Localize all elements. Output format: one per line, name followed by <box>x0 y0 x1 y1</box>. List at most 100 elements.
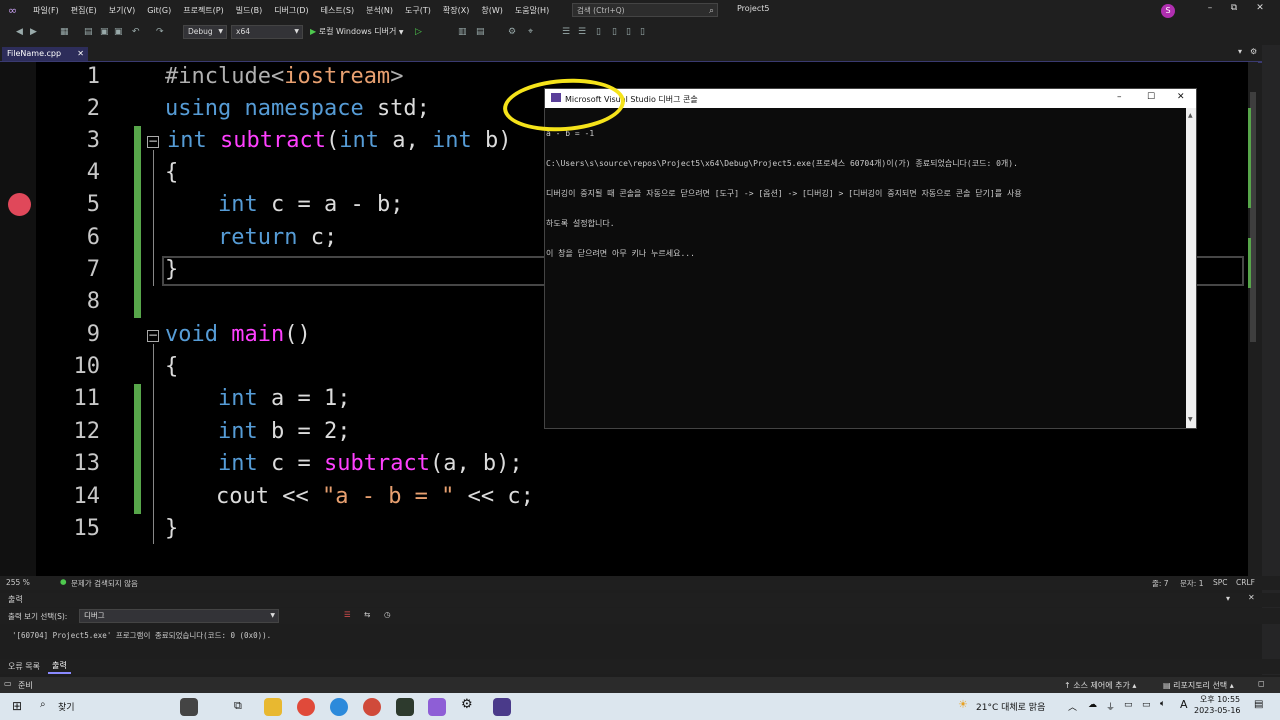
menu-analyze[interactable]: 분석(N) <box>360 5 399 16</box>
chrome-icon[interactable] <box>363 698 381 716</box>
word-wrap-icon[interactable]: ⇆ <box>364 610 370 619</box>
config-select[interactable]: Debug ▼ <box>183 25 227 39</box>
save-all-icon[interactable]: ▣ <box>114 27 123 37</box>
save-icon[interactable]: ▣ <box>100 27 109 37</box>
window-icon[interactable]: ▥ <box>458 27 467 37</box>
output-source-select[interactable]: 디버그 ▼ <box>79 609 279 623</box>
format-icon[interactable]: ⚙ <box>508 27 516 37</box>
menu-help[interactable]: 도움말(H) <box>509 5 555 16</box>
avatar[interactable]: S <box>1161 4 1175 18</box>
vs-logo-icon[interactable]: ∞ <box>8 4 17 17</box>
new-project-icon[interactable]: ▦ <box>60 27 69 37</box>
maximize-icon[interactable]: ☐ <box>1147 92 1155 102</box>
minimize-icon[interactable]: – <box>1117 92 1122 102</box>
bookmark-prev-icon[interactable]: ▯ <box>612 27 617 37</box>
search-input[interactable]: 검색 (Ctrl+Q) ⌕ <box>572 3 718 17</box>
taskbar-search-label[interactable]: 찾기 <box>58 700 75 713</box>
pin-icon[interactable]: ▾ <box>1226 594 1230 603</box>
close-icon[interactable]: ✕ <box>1250 3 1270 13</box>
code-token: ( <box>325 128 340 153</box>
console-output[interactable]: a - b = -1 C:\Users\s\source\repos\Proje… <box>546 109 1186 279</box>
clock-time[interactable]: 오후 10:55 <box>1198 694 1242 705</box>
menu-git[interactable]: Git(G) <box>141 6 177 15</box>
file-explorer-icon[interactable] <box>264 698 282 716</box>
menu-debug[interactable]: 디버그(D) <box>268 5 314 16</box>
indent-icon[interactable]: ☰ <box>562 27 570 37</box>
usb-icon[interactable]: ⏚ <box>1106 700 1115 713</box>
back-icon[interactable]: ◀ <box>16 27 23 37</box>
notification-icon[interactable]: ▤ <box>1254 699 1263 710</box>
tray-expand-icon[interactable]: ︿ <box>1068 700 1077 713</box>
settings-icon[interactable]: ⚙ <box>461 697 473 712</box>
app-icon[interactable] <box>396 698 414 716</box>
zoom-level[interactable]: 255 % <box>6 578 30 587</box>
bookmark-next-icon[interactable]: ▯ <box>626 27 631 37</box>
tab-error-list[interactable]: 오류 목록 <box>8 661 40 672</box>
console-title-bar[interactable]: Microsoft Visual Studio 디버그 콘솔 – ☐ ✕ <box>545 89 1196 108</box>
output-text[interactable]: '[60704] Project5.exe' 프로그램이 종료되었습니다(코드:… <box>0 624 1260 660</box>
tab-overflow-icon[interactable]: ▾ <box>1238 47 1242 56</box>
clear-all-icon[interactable]: ☰ <box>344 610 351 619</box>
close-tab-icon[interactable]: ✕ <box>77 47 84 61</box>
menu-window[interactable]: 창(W) <box>475 5 509 16</box>
close-panel-icon[interactable]: ✕ <box>1248 593 1255 602</box>
repository-button[interactable]: ▤ 리포지토리 선택 ▴ <box>1163 680 1234 691</box>
menu-project[interactable]: 프로젝트(P) <box>177 5 230 16</box>
menu-extensions[interactable]: 확장(X) <box>437 5 475 16</box>
menu-edit[interactable]: 편집(E) <box>65 5 103 16</box>
minimize-icon[interactable]: – <box>1200 3 1220 13</box>
console-taskbar-icon[interactable] <box>493 698 511 716</box>
change-overview-marker <box>1248 238 1251 288</box>
visual-studio-icon[interactable] <box>428 698 446 716</box>
scroll-up-icon[interactable]: ▲ <box>1188 112 1193 119</box>
open-icon[interactable]: ▤ <box>84 27 93 37</box>
menu-build[interactable]: 빌드(B) <box>230 5 268 16</box>
task-view-icon[interactable]: ⧉ <box>234 699 242 713</box>
menu-file[interactable]: 파일(F) <box>27 5 65 16</box>
clock-icon[interactable]: ◷ <box>384 610 391 619</box>
volume-icon[interactable]: 🔈︎ <box>1160 699 1165 709</box>
chrome-icon[interactable] <box>297 698 315 716</box>
close-icon[interactable]: ✕ <box>1177 92 1185 102</box>
network-icon[interactable]: ▭ <box>1142 700 1151 710</box>
bookmark-clear-icon[interactable]: ▯ <box>640 27 645 37</box>
settings-icon[interactable]: ⚙ <box>1250 47 1257 56</box>
debug-console-window[interactable]: Microsoft Visual Studio 디버그 콘솔 – ☐ ✕ a -… <box>544 88 1197 429</box>
edge-icon[interactable] <box>330 698 348 716</box>
people-icon[interactable] <box>180 698 198 716</box>
issues-status[interactable]: 문제가 검색되지 않음 <box>71 578 138 589</box>
console-scrollbar[interactable]: ▲ ▼ <box>1186 108 1196 428</box>
menu-test[interactable]: 테스트(S) <box>315 5 360 16</box>
source-control-button[interactable]: ↑ 소스 제어에 추가 ▴ <box>1064 680 1136 691</box>
menu-tools[interactable]: 도구(T) <box>399 5 437 16</box>
undo-icon[interactable]: ↶ <box>132 27 140 37</box>
find-icon[interactable]: ⌖ <box>528 27 533 37</box>
start-icon[interactable]: ⊞ <box>12 699 22 713</box>
search-icon[interactable]: ⌕ <box>40 699 46 710</box>
cloud-icon[interactable]: ☁ <box>1088 700 1097 710</box>
layout-icon[interactable]: ▤ <box>476 27 485 37</box>
redo-icon[interactable]: ↷ <box>156 27 164 37</box>
comment-icon[interactable]: ☰ <box>578 27 586 37</box>
editor-scrollbar[interactable] <box>1248 62 1258 576</box>
ime-indicator[interactable]: A <box>1180 698 1188 711</box>
clock-date[interactable]: 2023-05-16 <box>1194 706 1241 715</box>
output-line: '[60704] Project5.exe' 프로그램이 종료되었습니다(코드:… <box>12 631 272 640</box>
tab-filename[interactable]: FileName.cpp ✕ <box>2 47 88 61</box>
tab-output[interactable]: 출력 <box>48 659 71 674</box>
weather-text[interactable]: 21°C 대체로 맑음 <box>976 700 1045 713</box>
bookmark-icon[interactable]: ▯ <box>596 27 601 37</box>
collapse-icon[interactable]: − <box>147 329 159 342</box>
notification-icon[interactable]: ◻ <box>1258 679 1265 688</box>
line-number: 8 <box>86 289 100 314</box>
start-debugging-button[interactable]: ▶ 로컬 Windows 디버거 ▼ <box>310 26 403 37</box>
restore-icon[interactable]: ⧉ <box>1224 3 1244 13</box>
monitor-icon[interactable]: ▭ <box>1124 700 1133 710</box>
platform-select[interactable]: x64 ▼ <box>231 25 303 39</box>
scroll-down-icon[interactable]: ▼ <box>1188 416 1193 423</box>
run-without-debug-icon[interactable]: ▷ <box>415 27 422 37</box>
forward-icon[interactable]: ▶ <box>30 27 37 37</box>
menu-view[interactable]: 보기(V) <box>103 5 141 16</box>
collapse-icon[interactable]: − <box>147 135 159 148</box>
code-token: namespace <box>231 96 377 121</box>
